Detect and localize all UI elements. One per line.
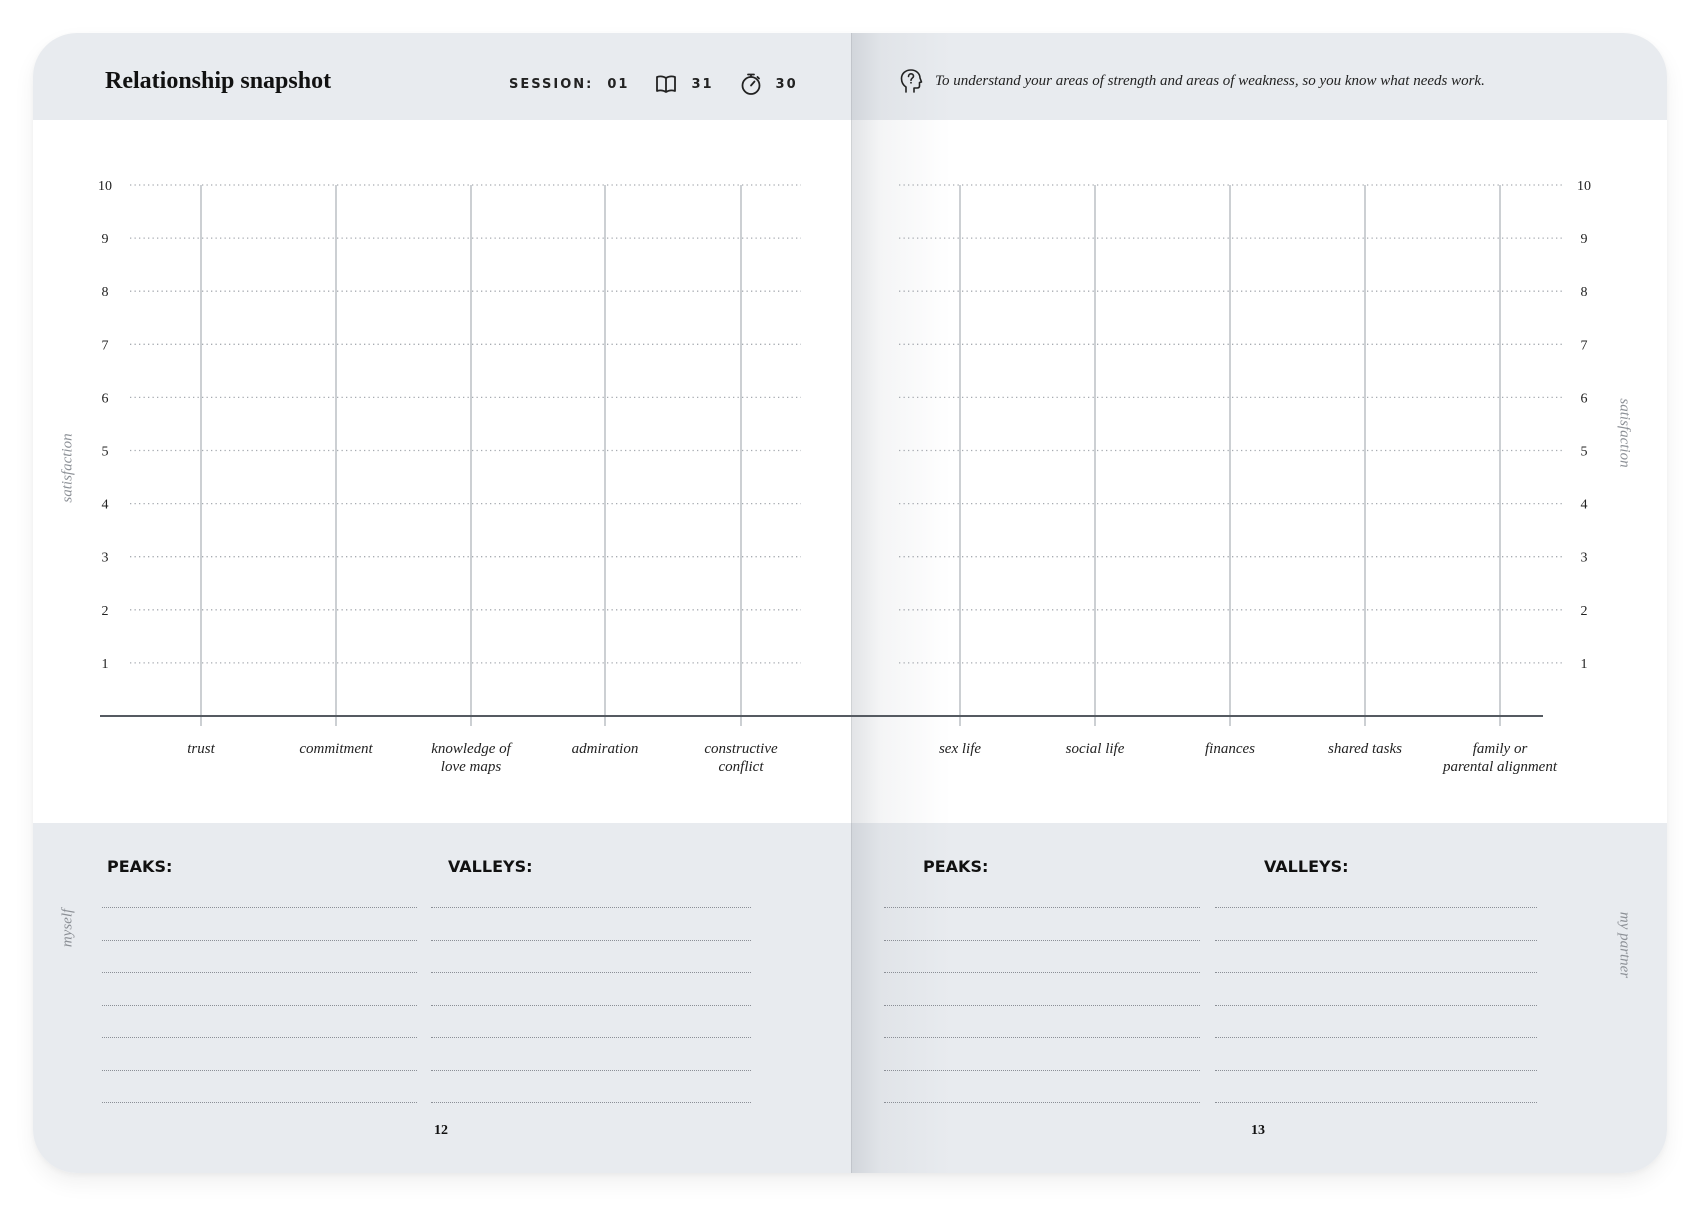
writing-line[interactable] [431, 1004, 751, 1006]
satisfaction-label-right: satisfaction [1616, 398, 1633, 468]
ytick-left-8: 8 [102, 285, 109, 300]
notebook-spread: Relationship snapshot SESSION: 01 31 30 … [33, 33, 1667, 1173]
ytick-left-10: 10 [98, 179, 112, 194]
page-number-right: 13 [1251, 1123, 1265, 1138]
writing-line[interactable] [102, 1102, 417, 1103]
writing-line[interactable] [1215, 972, 1537, 973]
ytick-left-6: 6 [102, 391, 109, 406]
category-label-left-3: knowledge of love maps [431, 741, 512, 775]
writing-line[interactable] [102, 1037, 417, 1038]
ytick-right-6: 6 [1581, 391, 1588, 406]
ytick-left-1: 1 [102, 657, 109, 672]
writing-line[interactable] [102, 907, 417, 908]
ytick-left-2: 2 [102, 604, 109, 619]
ytick-left-9: 9 [102, 232, 109, 247]
category-label-left-2: commitment [299, 741, 373, 757]
category-label-right-3: finances [1205, 741, 1255, 757]
writing-line[interactable] [431, 1069, 751, 1071]
writing-line[interactable] [431, 907, 751, 908]
writing-line[interactable] [431, 1102, 751, 1103]
writing-line[interactable] [884, 939, 1200, 941]
writing-line[interactable] [884, 1069, 1200, 1071]
ytick-left-4: 4 [102, 498, 109, 513]
writing-line[interactable] [1215, 1102, 1537, 1103]
notes-band [33, 823, 1667, 1173]
ytick-right-1: 1 [1581, 657, 1588, 672]
category-label-left-1: trust [187, 741, 215, 757]
writing-line[interactable] [884, 1037, 1200, 1038]
my-partner-label: my partner [1616, 911, 1633, 979]
ytick-right-10: 10 [1577, 179, 1591, 194]
writing-line[interactable] [431, 972, 751, 973]
category-label-left-5: constructive conflict [704, 741, 778, 775]
writing-line[interactable] [884, 972, 1200, 973]
ytick-left-3: 3 [102, 551, 109, 566]
writing-line[interactable] [884, 1102, 1200, 1103]
category-label-right-4: shared tasks [1328, 741, 1402, 757]
writing-line[interactable] [102, 1004, 417, 1006]
ytick-right-3: 3 [1581, 551, 1588, 566]
myself-label: myself [59, 908, 76, 948]
writing-line[interactable] [431, 1037, 751, 1038]
ytick-right-4: 4 [1581, 498, 1588, 513]
ytick-right-8: 8 [1581, 285, 1588, 300]
category-label-right-1: sex life [939, 741, 981, 757]
valleys-label-right: VALLEYS: [1264, 857, 1349, 876]
category-label-right-2: social life [1066, 741, 1125, 757]
satisfaction-label-left: satisfaction [59, 433, 76, 503]
peaks-label-left: PEAKS: [107, 857, 173, 876]
page-number-left: 12 [434, 1123, 448, 1138]
writing-line[interactable] [1215, 1069, 1537, 1071]
ytick-right-9: 9 [1581, 232, 1588, 247]
writing-line[interactable] [431, 939, 751, 941]
peaks-label-right: PEAKS: [923, 857, 989, 876]
writing-line[interactable] [102, 939, 417, 941]
category-label-left-4: admiration [572, 741, 639, 757]
satisfaction-chart: 1 2 3 4 5 6 7 8 9 10 trust commitment knowledge of lo… [98, 179, 1591, 775]
ytick-right-7: 7 [1581, 338, 1588, 353]
ytick-left-5: 5 [102, 445, 109, 460]
category-label-right-5: family or parental alignment [1442, 741, 1558, 775]
ytick-right-2: 2 [1581, 604, 1588, 619]
writing-line[interactable] [884, 1004, 1200, 1006]
writing-line[interactable] [102, 972, 417, 973]
valleys-label-left: VALLEYS: [448, 857, 533, 876]
ytick-right-5: 5 [1581, 445, 1588, 460]
writing-line[interactable] [884, 907, 1200, 908]
writing-line[interactable] [102, 1069, 417, 1071]
writing-line[interactable] [1215, 1004, 1537, 1006]
ytick-left-7: 7 [102, 338, 109, 353]
writing-line[interactable] [1215, 907, 1537, 908]
writing-line[interactable] [1215, 1037, 1537, 1038]
writing-line[interactable] [1215, 939, 1537, 941]
